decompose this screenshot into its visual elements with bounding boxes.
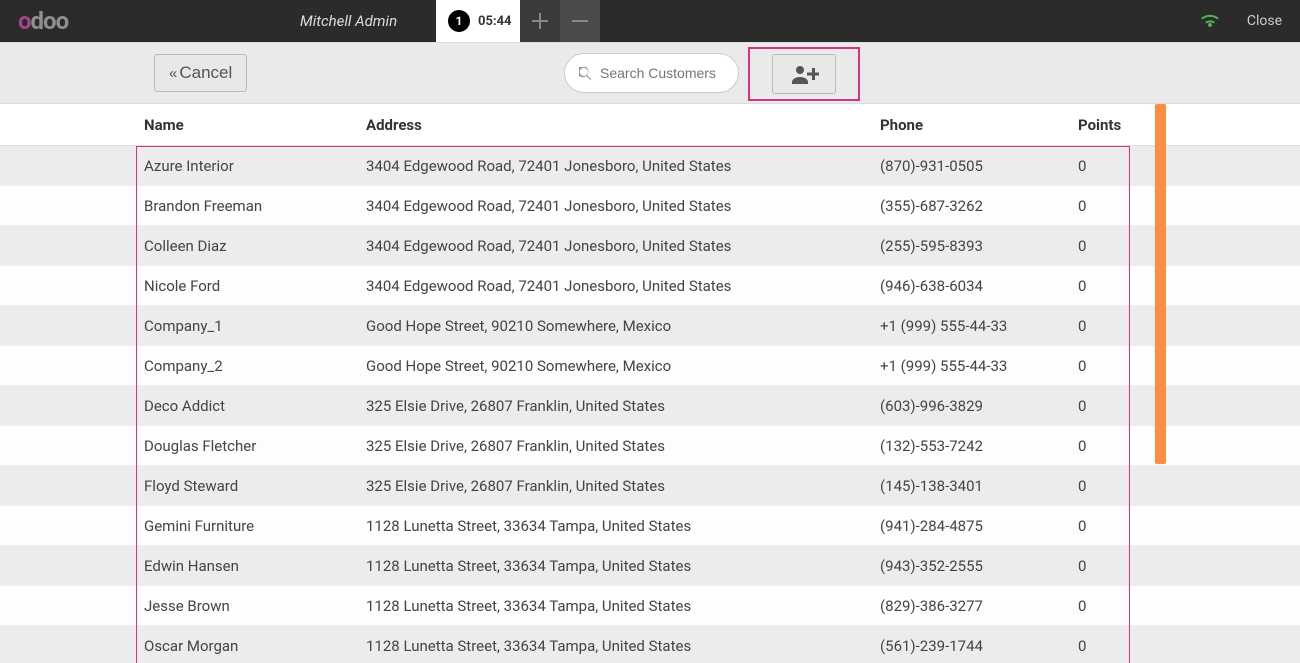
header-phone: Phone (880, 116, 1078, 134)
remove-order-button[interactable] (560, 0, 600, 42)
cell-points: 0 (1078, 197, 1138, 215)
cell-name: Nicole Ford (144, 277, 366, 295)
cell-phone: (603)-996-3829 (880, 397, 1078, 415)
cell-address: 1128 Lunetta Street, 33634 Tampa, United… (366, 557, 880, 575)
cell-name: Gemini Furniture (144, 517, 366, 535)
cell-address: 3404 Edgewood Road, 72401 Jonesboro, Uni… (366, 157, 880, 175)
header-address: Address (366, 116, 880, 134)
odoo-logo: odoo (18, 7, 68, 35)
cell-address: 3404 Edgewood Road, 72401 Jonesboro, Uni… (366, 277, 880, 295)
user-plus-icon (789, 64, 819, 84)
table-row[interactable]: Oscar Morgan1128 Lunetta Street, 33634 T… (0, 626, 1300, 663)
cell-phone: (145)-138-3401 (880, 477, 1078, 495)
cell-name: Brandon Freeman (144, 197, 366, 215)
table-header: Name Address Phone Points (0, 104, 1300, 146)
cell-phone: (870)-931-0505 (880, 157, 1078, 175)
cell-phone: (255)-595-8393 (880, 237, 1078, 255)
cell-phone: +1 (999) 555-44-33 (880, 317, 1078, 335)
cancel-button[interactable]: « Cancel (154, 54, 247, 92)
cell-address: Good Hope Street, 90210 Somewhere, Mexic… (366, 357, 880, 375)
cell-address: 325 Elsie Drive, 26807 Franklin, United … (366, 397, 880, 415)
table-row[interactable]: Gemini Furniture1128 Lunetta Street, 336… (0, 506, 1300, 546)
cell-points: 0 (1078, 597, 1138, 615)
cell-name: Douglas Fletcher (144, 437, 366, 455)
cell-points: 0 (1078, 477, 1138, 495)
cell-points: 0 (1078, 157, 1138, 175)
cell-address: 325 Elsie Drive, 26807 Franklin, United … (366, 437, 880, 455)
cell-phone: (941)-284-4875 (880, 517, 1078, 535)
cell-phone: (355)-687-3262 (880, 197, 1078, 215)
cell-name: Jesse Brown (144, 597, 366, 615)
cell-address: 1128 Lunetta Street, 33634 Tampa, United… (366, 597, 880, 615)
cell-points: 0 (1078, 277, 1138, 295)
cell-phone: +1 (999) 555-44-33 (880, 357, 1078, 375)
order-tab[interactable]: 1 05:44 (436, 0, 524, 42)
customer-list: Name Address Phone Points Azure Interior… (0, 104, 1300, 663)
table-row[interactable]: Douglas Fletcher325 Elsie Drive, 26807 F… (0, 426, 1300, 466)
cell-phone: (946)-638-6034 (880, 277, 1078, 295)
table-row[interactable]: Jesse Brown1128 Lunetta Street, 33634 Ta… (0, 586, 1300, 626)
cell-phone: (132)-553-7242 (880, 437, 1078, 455)
cell-points: 0 (1078, 237, 1138, 255)
cell-points: 0 (1078, 637, 1138, 655)
cell-address: 325 Elsie Drive, 26807 Franklin, United … (366, 477, 880, 495)
cell-name: Colleen Diaz (144, 237, 366, 255)
new-order-button[interactable] (520, 0, 560, 42)
table-row[interactable]: Company_2Good Hope Street, 90210 Somewhe… (0, 346, 1300, 386)
topbar: odoo Mitchell Admin 1 05:44 Close (0, 0, 1300, 42)
table-row[interactable]: Colleen Diaz3404 Edgewood Road, 72401 Jo… (0, 226, 1300, 266)
cell-points: 0 (1078, 557, 1138, 575)
toolbar: « Cancel (0, 42, 1300, 104)
add-customer-button[interactable] (772, 54, 836, 94)
cell-address: 3404 Edgewood Road, 72401 Jonesboro, Uni… (366, 197, 880, 215)
table-row[interactable]: Azure Interior3404 Edgewood Road, 72401 … (0, 146, 1300, 186)
cell-name: Company_1 (144, 317, 366, 335)
cell-name: Company_2 (144, 357, 366, 375)
wifi-icon (1200, 13, 1220, 29)
cell-phone: (561)-239-1744 (880, 637, 1078, 655)
user-name: Mitchell Admin (300, 12, 397, 30)
cell-address: 3404 Edgewood Road, 72401 Jonesboro, Uni… (366, 237, 880, 255)
cell-name: Floyd Steward (144, 477, 366, 495)
minus-icon (572, 13, 588, 29)
plus-icon (532, 13, 548, 29)
header-name: Name (144, 116, 366, 134)
annotation-highlight (748, 47, 860, 101)
table-row[interactable]: Company_1Good Hope Street, 90210 Somewhe… (0, 306, 1300, 346)
cell-points: 0 (1078, 317, 1138, 335)
search-container[interactable] (564, 53, 739, 93)
search-input[interactable] (600, 65, 720, 81)
cell-name: Edwin Hansen (144, 557, 366, 575)
cell-name: Deco Addict (144, 397, 366, 415)
order-time: 05:44 (478, 14, 512, 29)
cell-points: 0 (1078, 357, 1138, 375)
cell-address: 1128 Lunetta Street, 33634 Tampa, United… (366, 517, 880, 535)
search-icon (579, 67, 592, 80)
close-button[interactable]: Close (1247, 13, 1282, 29)
table-row[interactable]: Brandon Freeman3404 Edgewood Road, 72401… (0, 186, 1300, 226)
table-row[interactable]: Edwin Hansen1128 Lunetta Street, 33634 T… (0, 546, 1300, 586)
cell-points: 0 (1078, 397, 1138, 415)
order-number-badge: 1 (448, 10, 470, 32)
cell-points: 0 (1078, 437, 1138, 455)
cell-name: Oscar Morgan (144, 637, 366, 655)
table-row[interactable]: Nicole Ford3404 Edgewood Road, 72401 Jon… (0, 266, 1300, 306)
cell-address: Good Hope Street, 90210 Somewhere, Mexic… (366, 317, 880, 335)
cell-phone: (943)-352-2555 (880, 557, 1078, 575)
cell-address: 1128 Lunetta Street, 33634 Tampa, United… (366, 637, 880, 655)
scrollbar[interactable] (1155, 104, 1166, 464)
cell-name: Azure Interior (144, 157, 366, 175)
cell-points: 0 (1078, 517, 1138, 535)
chevron-left-icon: « (169, 65, 173, 82)
cell-phone: (829)-386-3277 (880, 597, 1078, 615)
cancel-label: Cancel (179, 63, 232, 83)
table-row[interactable]: Deco Addict325 Elsie Drive, 26807 Frankl… (0, 386, 1300, 426)
table-row[interactable]: Floyd Steward325 Elsie Drive, 26807 Fran… (0, 466, 1300, 506)
header-points: Points (1078, 116, 1138, 134)
